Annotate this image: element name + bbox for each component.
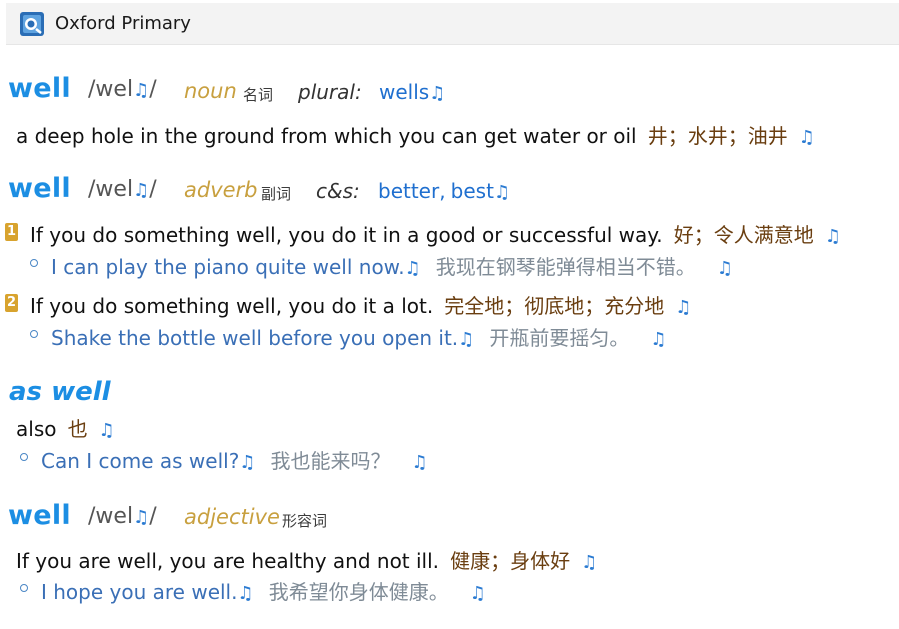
- headword: well: [8, 73, 71, 104]
- example-text: Shake the bottle well before you open it…: [51, 326, 459, 350]
- example-translation-audio-icon[interactable]: ♫: [651, 329, 667, 350]
- definition-text: If you are well, you are healthy and not…: [16, 549, 440, 573]
- inflection-better[interactable]: better,: [378, 179, 446, 203]
- example-bullet: [30, 259, 38, 267]
- phonetic-close: /: [149, 177, 157, 202]
- definition-audio-icon[interactable]: ♫: [799, 127, 815, 148]
- definition-translation: 好；令人满意地: [673, 223, 814, 247]
- pronunciation-audio-icon[interactable]: ♫: [133, 80, 149, 101]
- definition-audio-icon[interactable]: ♫: [675, 297, 691, 318]
- example-translation-audio-icon[interactable]: ♫: [717, 258, 733, 279]
- part-of-speech: adverb: [184, 178, 258, 202]
- example-translation: 开瓶前要摇匀。: [489, 326, 630, 350]
- part-of-speech: adjective: [184, 505, 280, 529]
- inflection-better-best[interactable]: better, best♫: [378, 179, 510, 203]
- definition-translation: 井；水井；油井: [647, 124, 788, 148]
- sense-definition: If you do something well, you do it in a…: [30, 219, 841, 248]
- example-translation-audio-icon[interactable]: ♫: [412, 452, 428, 473]
- idiom-definition: also 也 ♫: [16, 413, 115, 442]
- example-sentence: I can play the piano quite well now.♫ 我现…: [51, 251, 733, 280]
- definition-translation: 健康；身体好: [450, 549, 571, 573]
- example-bullet: [20, 453, 28, 461]
- inflection-audio-icon[interactable]: ♫: [429, 83, 445, 104]
- phonetic-close: /: [149, 504, 157, 529]
- inflection-wells[interactable]: wells♫: [379, 80, 445, 104]
- part-of-speech: noun: [184, 79, 237, 103]
- sense-definition: If you do something well, you do it a lo…: [30, 290, 692, 319]
- pronunciation-audio-icon[interactable]: ♫: [133, 507, 149, 528]
- comparative-label: c&s:: [316, 179, 360, 203]
- inflection-audio-icon[interactable]: ♫: [494, 182, 510, 203]
- example-sentence: I hope you are well.♫ 我希望你身体健康。 ♫: [41, 576, 486, 605]
- plural-label: plural:: [298, 80, 362, 104]
- pronunciation-audio-icon[interactable]: ♫: [133, 180, 149, 201]
- example-sentence: Can I come as well?♫ 我也能来吗？ ♫: [41, 445, 428, 474]
- headword: well: [8, 173, 71, 204]
- example-text: Can I come as well?: [41, 449, 240, 473]
- sense-definition: a deep hole in the ground from which you…: [16, 120, 815, 149]
- headword: well: [8, 500, 71, 531]
- definition-text: also: [16, 417, 57, 441]
- phonetic-text: /wel: [88, 504, 134, 529]
- oxford-app-icon: [20, 12, 44, 36]
- definition-text: a deep hole in the ground from which you…: [16, 124, 637, 148]
- phonetic: /wel♫/: [88, 77, 157, 102]
- definition-audio-icon[interactable]: ♫: [99, 420, 115, 441]
- phonetic-text: /wel: [88, 177, 134, 202]
- inflection-text[interactable]: wells: [379, 80, 429, 104]
- example-audio-icon[interactable]: ♫: [237, 583, 253, 604]
- part-of-speech-zh: 名词: [243, 86, 274, 104]
- example-audio-icon[interactable]: ♫: [239, 452, 255, 473]
- definition-audio-icon[interactable]: ♫: [581, 552, 597, 573]
- example-audio-icon[interactable]: ♫: [405, 258, 421, 279]
- example-translation: 我希望你身体健康。: [268, 580, 449, 604]
- definition-text: If you do something well, you do it in a…: [30, 223, 663, 247]
- definition-translation: 完全地；彻底地；充分地: [444, 294, 665, 318]
- example-translation-audio-icon[interactable]: ♫: [470, 583, 486, 604]
- example-text: I can play the piano quite well now.: [51, 255, 405, 279]
- example-text: I hope you are well.: [41, 580, 238, 604]
- definition-translation: 也: [67, 417, 88, 441]
- example-bullet: [30, 330, 38, 338]
- definition-text: If you do something well, you do it a lo…: [30, 294, 434, 318]
- sense-number-badge: 1: [5, 223, 18, 241]
- phonetic-close: /: [149, 77, 157, 102]
- part-of-speech-zh: 副词: [261, 185, 292, 203]
- example-translation: 我现在钢琴能弹得相当不错。: [435, 255, 696, 279]
- phonetic-text: /wel: [88, 77, 134, 102]
- example-audio-icon[interactable]: ♫: [458, 329, 474, 350]
- app-header: Oxford Primary: [6, 3, 899, 45]
- part-of-speech-zh: 形容词: [282, 512, 328, 530]
- example-translation: 我也能来吗？: [270, 449, 391, 473]
- sense-definition: If you are well, you are healthy and not…: [16, 545, 597, 574]
- app-title: Oxford Primary: [55, 13, 191, 34]
- phonetic: /wel♫/: [88, 177, 157, 202]
- example-sentence: Shake the bottle well before you open it…: [51, 322, 667, 351]
- definition-audio-icon[interactable]: ♫: [825, 226, 841, 247]
- phonetic: /wel♫/: [88, 504, 157, 529]
- example-bullet: [20, 584, 28, 592]
- sense-number-badge: 2: [5, 294, 18, 312]
- idiom-headword: as well: [9, 377, 111, 407]
- inflection-best[interactable]: best: [451, 179, 494, 203]
